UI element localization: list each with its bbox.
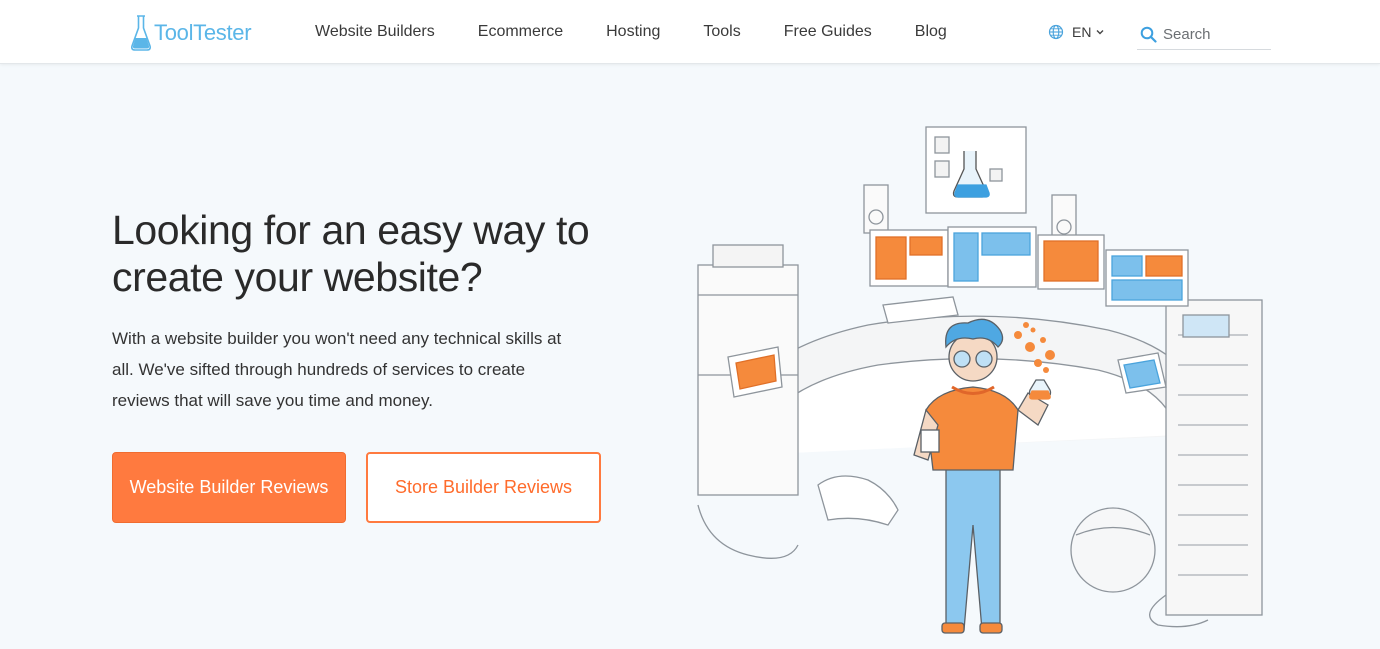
main-nav: Website Builders Ecommerce Hosting Tools… xyxy=(315,0,990,64)
website-builder-reviews-button[interactable]: Website Builder Reviews xyxy=(112,452,346,523)
hero-lead: With a website builder you won't need an… xyxy=(112,329,562,410)
globe-icon xyxy=(1048,24,1064,40)
tester-workstation-illustration xyxy=(697,126,1263,634)
logo-text: ToolTester xyxy=(154,20,252,45)
hero-headline: Looking for an easy way to create your w… xyxy=(112,207,590,300)
nav-item-ecommerce[interactable]: Ecommerce xyxy=(478,23,563,41)
language-value: EN xyxy=(1072,24,1092,40)
nav-item-free-guides[interactable]: Free Guides xyxy=(784,23,872,41)
search-input[interactable] xyxy=(1163,25,1263,43)
nav-item-website-builders[interactable]: Website Builders xyxy=(315,23,435,41)
search-icon[interactable] xyxy=(1140,26,1157,43)
nav-item-hosting[interactable]: Hosting xyxy=(606,23,660,41)
flask-logo-icon xyxy=(131,15,151,51)
nav-item-blog[interactable]: Blog xyxy=(915,23,947,41)
hero-section: Looking for an easy way to create your w… xyxy=(0,65,1380,649)
site-header: ToolTester Website Builders Ecommerce Ho… xyxy=(0,0,1380,64)
nav-item-tools[interactable]: Tools xyxy=(703,23,740,41)
chevron-down-icon xyxy=(1095,27,1105,37)
store-builder-reviews-button[interactable]: Store Builder Reviews xyxy=(366,452,601,523)
language-selector[interactable]: EN xyxy=(1048,24,1105,40)
logo[interactable]: ToolTester xyxy=(130,14,252,52)
search-box[interactable] xyxy=(1137,19,1271,50)
